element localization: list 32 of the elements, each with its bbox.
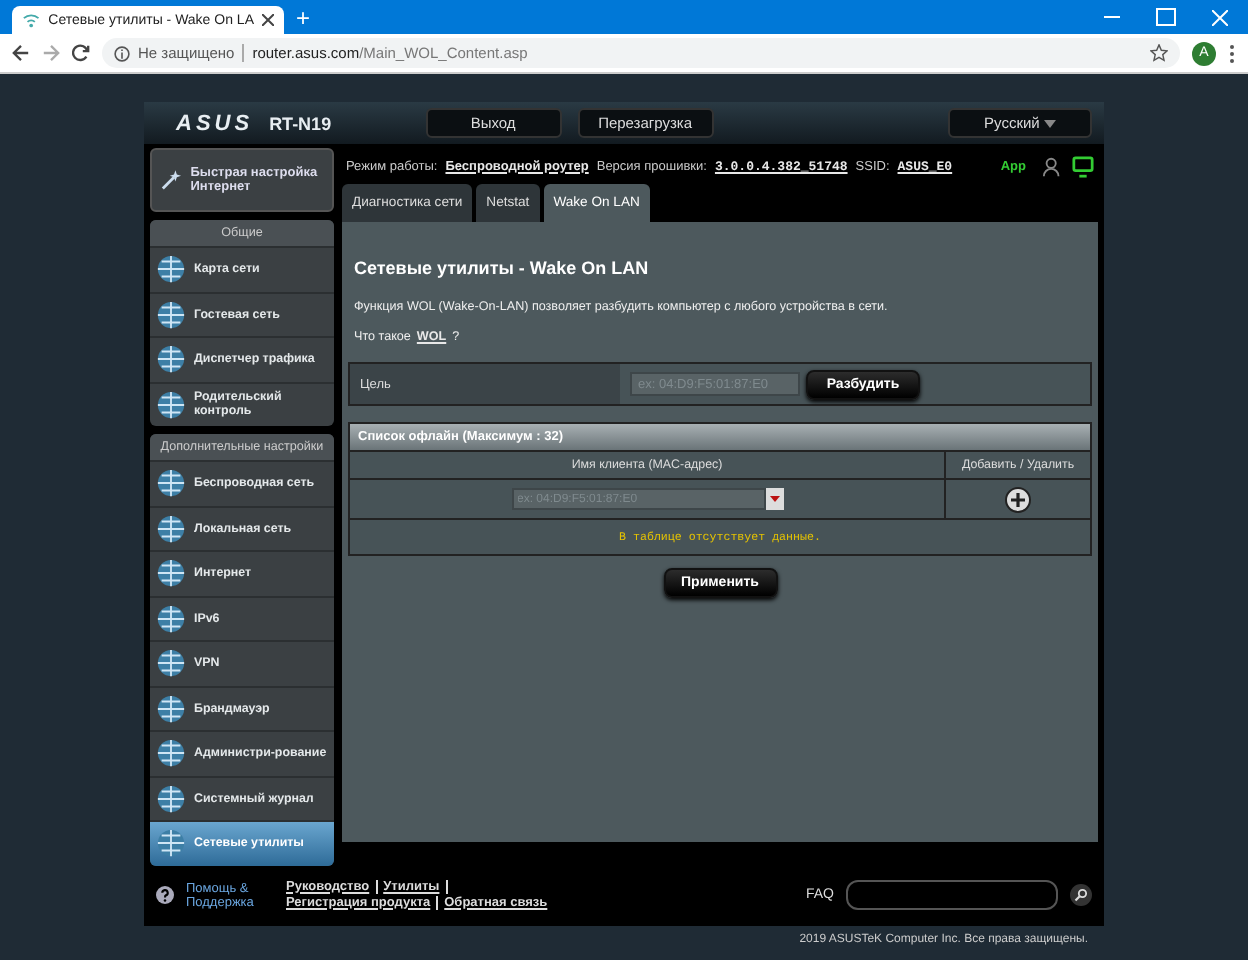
- globe-icon: [156, 648, 186, 679]
- reload-icon[interactable]: [72, 44, 90, 62]
- monitor-icon[interactable]: [1072, 155, 1094, 177]
- globe-icon: [156, 603, 186, 634]
- globe-icon: [156, 513, 186, 544]
- logo: ASUS: [176, 111, 254, 135]
- globe-icon: [156, 389, 186, 420]
- search-icon[interactable]: [1070, 884, 1092, 906]
- globe-icon: [156, 738, 186, 769]
- wifi-icon: [22, 10, 41, 30]
- close-icon[interactable]: [262, 14, 274, 26]
- caret-icon: [1043, 120, 1056, 128]
- model-name: RT-N19: [269, 113, 334, 133]
- globe-icon: [156, 783, 186, 814]
- page-title: Сетевые утилиты - Wake On LAN: [352, 256, 651, 282]
- back-icon[interactable]: [12, 44, 30, 62]
- globe-icon: [156, 468, 186, 499]
- add-icon[interactable]: [1004, 485, 1032, 513]
- star-icon[interactable]: [1150, 44, 1168, 62]
- new-tab-button[interactable]: +: [296, 4, 311, 34]
- globe-icon: [156, 344, 186, 375]
- help-icon: [156, 886, 174, 904]
- globe-icon: [156, 828, 186, 859]
- faq-search-field[interactable]: [846, 880, 1058, 910]
- restore-icon[interactable]: [1156, 8, 1176, 26]
- globe-icon: [156, 254, 186, 285]
- info-icon: [114, 45, 130, 61]
- globe-icon: [156, 299, 186, 330]
- menu-icon[interactable]: [1228, 43, 1236, 63]
- globe-icon: [156, 693, 186, 724]
- globe-icon: [156, 558, 186, 589]
- users-icon[interactable]: [1042, 155, 1064, 177]
